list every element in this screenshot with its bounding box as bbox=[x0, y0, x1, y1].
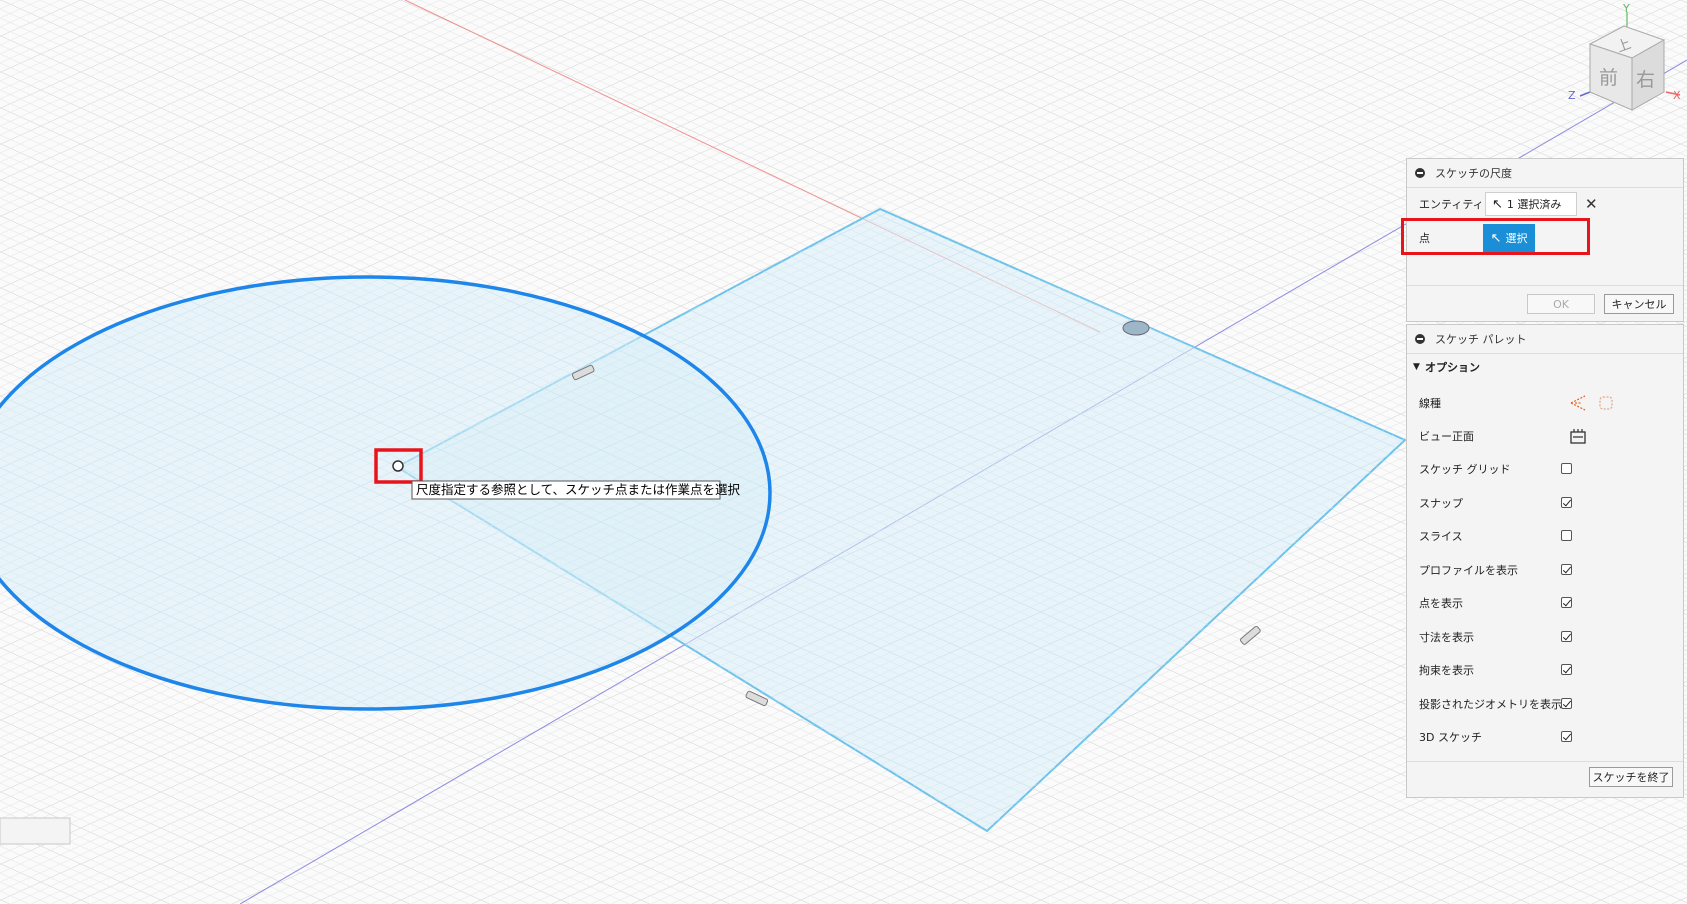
cursor-icon: ↖ bbox=[1490, 230, 1502, 246]
cube-front-label: 前 bbox=[1599, 67, 1618, 89]
palette-option-row: 投影されたジオメトリを表示 bbox=[1407, 694, 1683, 714]
palette-option-checkbox[interactable] bbox=[1561, 731, 1572, 742]
palette-option-label: 3D スケッチ bbox=[1419, 731, 1482, 744]
dialog-divider bbox=[1407, 285, 1683, 286]
palette-option-row: 寸法を表示 bbox=[1407, 627, 1683, 647]
palette-title: スケッチ パレット bbox=[1435, 333, 1527, 346]
bottom-left-box[interactable] bbox=[0, 817, 71, 845]
palette-option-row: 点を表示 bbox=[1407, 593, 1683, 613]
entity-selection-label: 1 選択済み bbox=[1506, 198, 1562, 211]
palette-option-label: スケッチ グリッド bbox=[1419, 463, 1511, 476]
palette-option-checkbox[interactable] bbox=[1561, 530, 1572, 541]
tooltip-text: 尺度指定する参照として、スケッチ点または作業点を選択 bbox=[416, 482, 741, 497]
dimension-dialog-title: スケッチの尺度 bbox=[1435, 167, 1512, 180]
palette-option-label: 投影されたジオメトリを表示 bbox=[1419, 697, 1562, 711]
sketch-dimension-dialog: スケッチの尺度 エンティティ ↖ 1 選択済み ✕ 点 ↖ 選択 OK キャンセ… bbox=[1401, 158, 1684, 322]
look-at-row: ビュー正面 bbox=[1407, 426, 1683, 446]
palette-option-label: スライス bbox=[1419, 530, 1463, 543]
point-select-button[interactable]: ↖ 選択 bbox=[1483, 224, 1535, 252]
y-axis-label: Y bbox=[1622, 2, 1630, 15]
collapse-icon[interactable] bbox=[1415, 334, 1425, 344]
finish-sketch-button[interactable]: スケッチを終了 bbox=[1589, 767, 1673, 787]
cube-right-label: 右 bbox=[1636, 69, 1655, 91]
cancel-button[interactable]: キャンセル bbox=[1604, 294, 1674, 314]
z-axis-label: Z bbox=[1568, 89, 1576, 102]
palette-option-label: 寸法を表示 bbox=[1419, 630, 1474, 644]
palette-option-row: 3D スケッチ bbox=[1407, 727, 1683, 747]
palette-header[interactable]: スケッチ パレット bbox=[1407, 325, 1683, 354]
collapse-icon[interactable] bbox=[1415, 168, 1425, 178]
clear-selection-icon[interactable]: ✕ bbox=[1585, 195, 1598, 213]
construction-linetype-icon[interactable] bbox=[1569, 394, 1587, 412]
palette-option-checkbox[interactable] bbox=[1561, 697, 1572, 709]
palette-option-label: 点を表示 bbox=[1419, 597, 1463, 610]
cursor-icon: ↖ bbox=[1492, 196, 1503, 212]
point-select-label: 選択 bbox=[1505, 232, 1528, 245]
point-label: 点 bbox=[1419, 232, 1430, 245]
palette-option-checkbox[interactable] bbox=[1561, 630, 1572, 642]
ok-button[interactable]: OK bbox=[1527, 294, 1595, 314]
entity-selection-button[interactable]: ↖ 1 選択済み bbox=[1485, 192, 1577, 216]
palette-option-row: スケッチ グリッド bbox=[1407, 459, 1683, 479]
entity-row: エンティティ ↖ 1 選択済み ✕ bbox=[1407, 191, 1683, 217]
center-point[interactable] bbox=[392, 460, 404, 472]
options-header: オプション bbox=[1425, 361, 1480, 374]
point-row: 点 ↖ 選択 bbox=[1407, 221, 1683, 255]
centerline-linetype-icon[interactable] bbox=[1597, 394, 1615, 412]
triangle-down-icon: ▼ bbox=[1413, 362, 1420, 372]
palette-option-checkbox[interactable] bbox=[1561, 496, 1572, 508]
entity-label: エンティティ bbox=[1419, 198, 1484, 211]
linetype-label: 線種 bbox=[1419, 397, 1441, 410]
palette-option-checkbox[interactable] bbox=[1561, 664, 1572, 675]
options-section-header[interactable]: ▼ オプション bbox=[1407, 357, 1683, 377]
palette-option-checkbox[interactable] bbox=[1561, 463, 1572, 474]
palette-option-row: スナップ bbox=[1407, 493, 1683, 513]
palette-option-checkbox[interactable] bbox=[1561, 563, 1572, 575]
linetype-row: 線種 bbox=[1407, 393, 1683, 413]
palette-option-row: スライス bbox=[1407, 526, 1683, 546]
palette-option-row: プロファイルを表示 bbox=[1407, 560, 1683, 580]
palette-divider bbox=[1407, 761, 1683, 762]
palette-option-label: プロファイルを表示 bbox=[1419, 563, 1518, 577]
palette-option-label: スナップ bbox=[1419, 496, 1463, 510]
palette-option-label: 拘束を表示 bbox=[1419, 664, 1474, 677]
x-axis-label: X bbox=[1673, 89, 1681, 102]
look-at-icon[interactable] bbox=[1569, 427, 1587, 445]
palette-option-checkbox[interactable] bbox=[1561, 597, 1572, 608]
dimension-dialog-header[interactable]: スケッチの尺度 bbox=[1407, 159, 1683, 188]
look-at-label: ビュー正面 bbox=[1419, 430, 1474, 443]
sketch-palette: スケッチ パレット ▼ オプション 線種 ビュー正面 スケッチ グリッド スナップ… bbox=[1406, 324, 1684, 798]
palette-option-row: 拘束を表示 bbox=[1407, 660, 1683, 680]
constraint-marker[interactable] bbox=[1122, 320, 1150, 336]
